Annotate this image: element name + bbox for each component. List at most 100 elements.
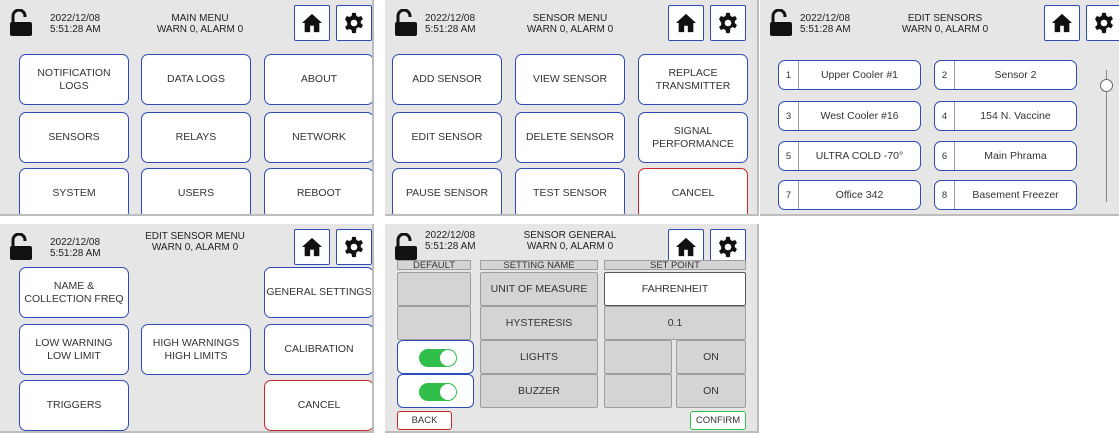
- sensor-name: West Cooler #16: [820, 110, 899, 122]
- sensor-number: 3: [779, 102, 799, 130]
- triggers-button[interactable]: TRIGGERS: [19, 380, 129, 431]
- sensor-menu-panel: 2022/12/08 5:51:28 AM SENSOR MENU WARN 0, …: [385, 0, 759, 216]
- signal-performance-button[interactable]: SIGNAL PERFORMANCE: [638, 112, 748, 163]
- back-button[interactable]: BACK: [397, 411, 452, 430]
- sensor-number: 8: [935, 181, 955, 209]
- relays-button[interactable]: RELAYS: [141, 112, 251, 163]
- buzzer-value[interactable]: ON: [676, 374, 746, 408]
- settings-button[interactable]: [1086, 5, 1119, 41]
- delete-sensor-button[interactable]: DELETE SENSOR: [515, 112, 625, 163]
- sensor-number: 6: [935, 142, 955, 170]
- page-title: EDIT SENSOR MENU WARN 0, ALARM 0: [145, 231, 245, 253]
- toggle-knob: [440, 350, 456, 366]
- gear-icon: [717, 12, 739, 34]
- cancel-button[interactable]: CANCEL: [264, 380, 372, 431]
- lights-default-toggle[interactable]: [419, 349, 457, 367]
- setting-name-unit-of-measure: UNIT OF MEASURE: [480, 272, 598, 306]
- sensor-item-7[interactable]: 7 Office 342: [778, 180, 921, 210]
- page-title: SENSOR MENU WARN 0, ALARM 0: [526, 13, 614, 35]
- edit-sensors-panel: 2022/12/08 5:51:28 AM EDIT SENSORS WARN 0,…: [760, 0, 1119, 216]
- sensor-name: Upper Cooler #1: [820, 69, 899, 81]
- datetime: 2022/12/08 5:51:28 AM: [800, 13, 851, 35]
- network-button[interactable]: NETWORK: [264, 112, 372, 163]
- unlocked-padlock-icon[interactable]: [9, 233, 33, 261]
- settings-button[interactable]: [336, 229, 372, 265]
- lights-value[interactable]: ON: [676, 340, 746, 374]
- default-cell: [397, 306, 471, 340]
- scroll-handle[interactable]: [1100, 79, 1113, 92]
- view-sensor-button[interactable]: VIEW SENSOR: [515, 54, 625, 105]
- cancel-button[interactable]: CANCEL: [638, 168, 748, 214]
- edit-sensor-button[interactable]: EDIT SENSOR: [392, 112, 502, 163]
- home-button[interactable]: [668, 5, 704, 41]
- column-header-setting-name: SETTING NAME: [480, 260, 598, 270]
- sensor-item-3[interactable]: 3 West Cooler #16: [778, 101, 921, 131]
- about-button[interactable]: ABOUT: [264, 54, 372, 105]
- gear-icon: [1093, 12, 1115, 34]
- system-button[interactable]: SYSTEM: [19, 168, 129, 214]
- sensor-item-8[interactable]: 8 Basement Freezer: [934, 180, 1077, 210]
- buzzer-default-toggle[interactable]: [419, 383, 457, 401]
- add-sensor-button[interactable]: ADD SENSOR: [392, 54, 502, 105]
- home-icon: [675, 12, 697, 34]
- home-button[interactable]: [1044, 5, 1080, 41]
- calibration-button[interactable]: CALIBRATION: [264, 324, 372, 375]
- default-cell: [397, 272, 471, 306]
- notification-logs-button[interactable]: NOTIFICATION LOGS: [19, 54, 129, 105]
- column-header-default: DEFAULT: [397, 260, 471, 270]
- lights-default-toggle-box[interactable]: [397, 340, 474, 374]
- datetime: 2022/12/08 5:51:28 AM: [425, 230, 476, 252]
- data-logs-button[interactable]: DATA LOGS: [141, 54, 251, 105]
- home-button[interactable]: [294, 5, 330, 41]
- header-bar: 2022/12/08 5:51:28 AM EDIT SENSORS WARN 0,…: [760, 0, 1119, 46]
- sensor-item-4[interactable]: 4 154 N. Vaccine: [934, 101, 1077, 131]
- hysteresis-value[interactable]: 0.1: [604, 306, 746, 340]
- reboot-button[interactable]: REBOOT: [264, 168, 372, 214]
- edit-sensor-menu-panel: 2022/12/08 5:51:28 AM EDIT SENSOR MENU WAR…: [0, 224, 374, 433]
- general-settings-button[interactable]: GENERAL SETTINGS: [264, 267, 372, 318]
- sensor-name: Sensor 2: [994, 69, 1037, 81]
- datetime: 2022/12/08 5:51:28 AM: [50, 13, 101, 35]
- sensor-number: 5: [779, 142, 799, 170]
- column-header-set-point: SET POINT: [604, 260, 746, 270]
- confirm-button[interactable]: CONFIRM: [690, 411, 746, 430]
- home-icon: [1051, 12, 1073, 34]
- sensor-name: Office 342: [835, 189, 884, 201]
- home-icon: [301, 12, 323, 34]
- home-icon: [301, 236, 323, 258]
- unlocked-padlock-icon[interactable]: [394, 233, 418, 261]
- unlocked-padlock-icon[interactable]: [769, 9, 793, 37]
- unlocked-padlock-icon[interactable]: [394, 9, 418, 37]
- sensor-number: 4: [935, 102, 955, 130]
- gear-icon: [343, 12, 365, 34]
- header-bar: 2022/12/08 5:51:28 AM SENSOR MENU WARN 0, …: [385, 0, 757, 46]
- sensor-name: Basement Freezer: [972, 189, 1059, 201]
- settings-button[interactable]: [336, 5, 372, 41]
- sensor-item-1[interactable]: 1 Upper Cooler #1: [778, 60, 921, 90]
- test-sensor-button[interactable]: TEST SENSOR: [515, 168, 625, 214]
- sensor-number: 7: [779, 181, 799, 209]
- sensor-item-5[interactable]: 5 ULTRA COLD -70°: [778, 141, 921, 171]
- high-warnings-high-limits-button[interactable]: HIGH WARNINGS HIGH LIMITS: [141, 324, 251, 375]
- settings-button[interactable]: [710, 5, 746, 41]
- low-warning-low-limit-button[interactable]: LOW WARNING LOW LIMIT: [19, 324, 129, 375]
- sensor-name: ULTRA COLD -70°: [815, 150, 904, 162]
- pause-sensor-button[interactable]: PAUSE SENSOR: [392, 168, 502, 214]
- buzzer-default-toggle-box[interactable]: [397, 374, 474, 408]
- page-title: SENSOR GENERAL WARN 0, ALARM 0: [523, 230, 617, 252]
- unit-of-measure-value[interactable]: FAHRENHEIT: [604, 272, 746, 306]
- sensor-item-6[interactable]: 6 Main Phrama: [934, 141, 1077, 171]
- sensor-number: 2: [935, 61, 955, 89]
- sensors-button[interactable]: SENSORS: [19, 112, 129, 163]
- datetime: 2022/12/08 5:51:28 AM: [425, 13, 476, 35]
- sensor-item-2[interactable]: 2 Sensor 2: [934, 60, 1077, 90]
- home-button[interactable]: [294, 229, 330, 265]
- toggle-knob: [440, 384, 456, 400]
- replace-transmitter-button[interactable]: REPLACE TRANSMITTER: [638, 54, 748, 105]
- page-title: EDIT SENSORS WARN 0, ALARM 0: [901, 13, 989, 35]
- lights-value-blank: [604, 340, 672, 374]
- users-button[interactable]: USERS: [141, 168, 251, 214]
- header-bar: 2022/12/08 5:51:28 AM EDIT SENSOR MENU WAR…: [0, 224, 372, 270]
- name-collection-freq-button[interactable]: NAME & COLLECTION FREQ: [19, 267, 129, 318]
- unlocked-padlock-icon[interactable]: [9, 9, 33, 37]
